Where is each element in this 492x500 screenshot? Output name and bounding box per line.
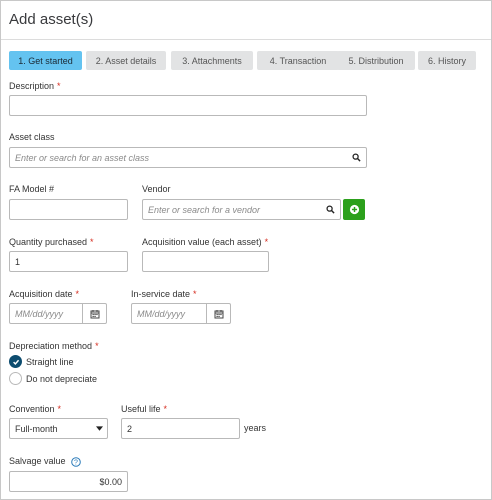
quantity-input[interactable]: [9, 251, 128, 272]
tab-attachments[interactable]: 3. Attachments: [171, 51, 253, 70]
vendor-input[interactable]: [143, 200, 320, 219]
convention-label: Convention *: [9, 404, 61, 414]
quantity-label-text: Quantity purchased: [9, 237, 88, 247]
acquisition-date-label-text: Acquisition date: [9, 289, 73, 299]
salvage-value-label: Salvage value ?: [9, 456, 81, 467]
description-label-text: Description: [9, 81, 55, 91]
convention-value: Full-month: [15, 423, 58, 434]
asset-class-label: Asset class: [9, 132, 55, 142]
vendor-label: Vendor: [142, 184, 171, 194]
acquisition-date-picker: [9, 303, 107, 324]
required-marker: *: [264, 237, 269, 247]
required-marker: *: [57, 81, 61, 91]
salvage-value-label-text: Salvage value: [9, 456, 66, 466]
fa-model-input[interactable]: [9, 199, 128, 220]
radio-label: Do not depreciate: [26, 373, 98, 384]
help-icon[interactable]: ?: [71, 456, 81, 467]
depreciation-method-label-text: Depreciation method: [9, 341, 93, 351]
tab-get-started[interactable]: 1. Get started: [9, 51, 82, 70]
caret-down-icon: [96, 426, 103, 431]
description-input[interactable]: [9, 95, 367, 116]
asset-class-combo: [9, 147, 367, 168]
calendar-icon[interactable]: [82, 304, 106, 323]
radio-straight-line[interactable]: Straight line: [9, 355, 74, 368]
plus-circle-icon: [349, 204, 359, 215]
required-marker: *: [90, 237, 94, 247]
tab-distribution[interactable]: 5. Distribution: [337, 51, 415, 70]
salvage-value-input[interactable]: [9, 471, 128, 492]
radio-checked-icon[interactable]: [9, 355, 22, 368]
svg-text:?: ?: [74, 459, 78, 466]
in-service-date-label: In-service date *: [131, 289, 197, 299]
required-marker: *: [163, 404, 168, 414]
acquisition-value-label-text: Acquisition value (each asset): [142, 237, 262, 247]
in-service-date-picker: [131, 303, 231, 324]
add-asset-dialog: Add asset(s) 1. Get started 2. Asset det…: [0, 0, 492, 500]
description-label: Description *: [9, 81, 61, 91]
search-icon[interactable]: [346, 148, 366, 167]
required-marker: *: [95, 341, 99, 351]
convention-label-text: Convention: [9, 404, 55, 414]
calendar-icon[interactable]: [206, 304, 230, 323]
radio-unchecked-icon[interactable]: [9, 372, 22, 385]
useful-life-label: Useful life *: [121, 404, 167, 414]
title-divider: [1, 39, 491, 40]
acquisition-value-label: Acquisition value (each asset) *: [142, 237, 268, 247]
required-marker: *: [57, 404, 62, 414]
dialog-title: Add asset(s): [9, 11, 94, 28]
radio-do-not-depreciate[interactable]: Do not depreciate: [9, 372, 97, 385]
useful-life-unit: years: [244, 423, 267, 433]
fa-model-label: FA Model #: [9, 184, 55, 194]
useful-life-input[interactable]: [121, 418, 240, 439]
add-vendor-button[interactable]: [343, 199, 365, 220]
acquisition-date-label: Acquisition date *: [9, 289, 79, 299]
in-service-date-input[interactable]: [132, 304, 206, 323]
acquisition-value-input[interactable]: [142, 251, 269, 272]
tab-asset-details[interactable]: 2. Asset details: [86, 51, 166, 70]
search-icon[interactable]: [320, 200, 340, 219]
in-service-date-label-text: In-service date: [131, 289, 191, 299]
asset-class-input[interactable]: [10, 148, 346, 167]
radio-label: Straight line: [26, 356, 74, 367]
depreciation-method-label: Depreciation method *: [9, 341, 99, 351]
quantity-label: Quantity purchased *: [9, 237, 94, 247]
required-marker: *: [193, 289, 197, 299]
vendor-combo: [142, 199, 341, 220]
tab-history[interactable]: 6. History: [418, 51, 476, 70]
tab-transaction[interactable]: 4. Transaction: [257, 51, 339, 70]
required-marker: *: [75, 289, 80, 299]
acquisition-date-input[interactable]: [10, 304, 82, 323]
useful-life-label-text: Useful life: [121, 404, 161, 414]
convention-select[interactable]: Full-month: [9, 418, 108, 439]
